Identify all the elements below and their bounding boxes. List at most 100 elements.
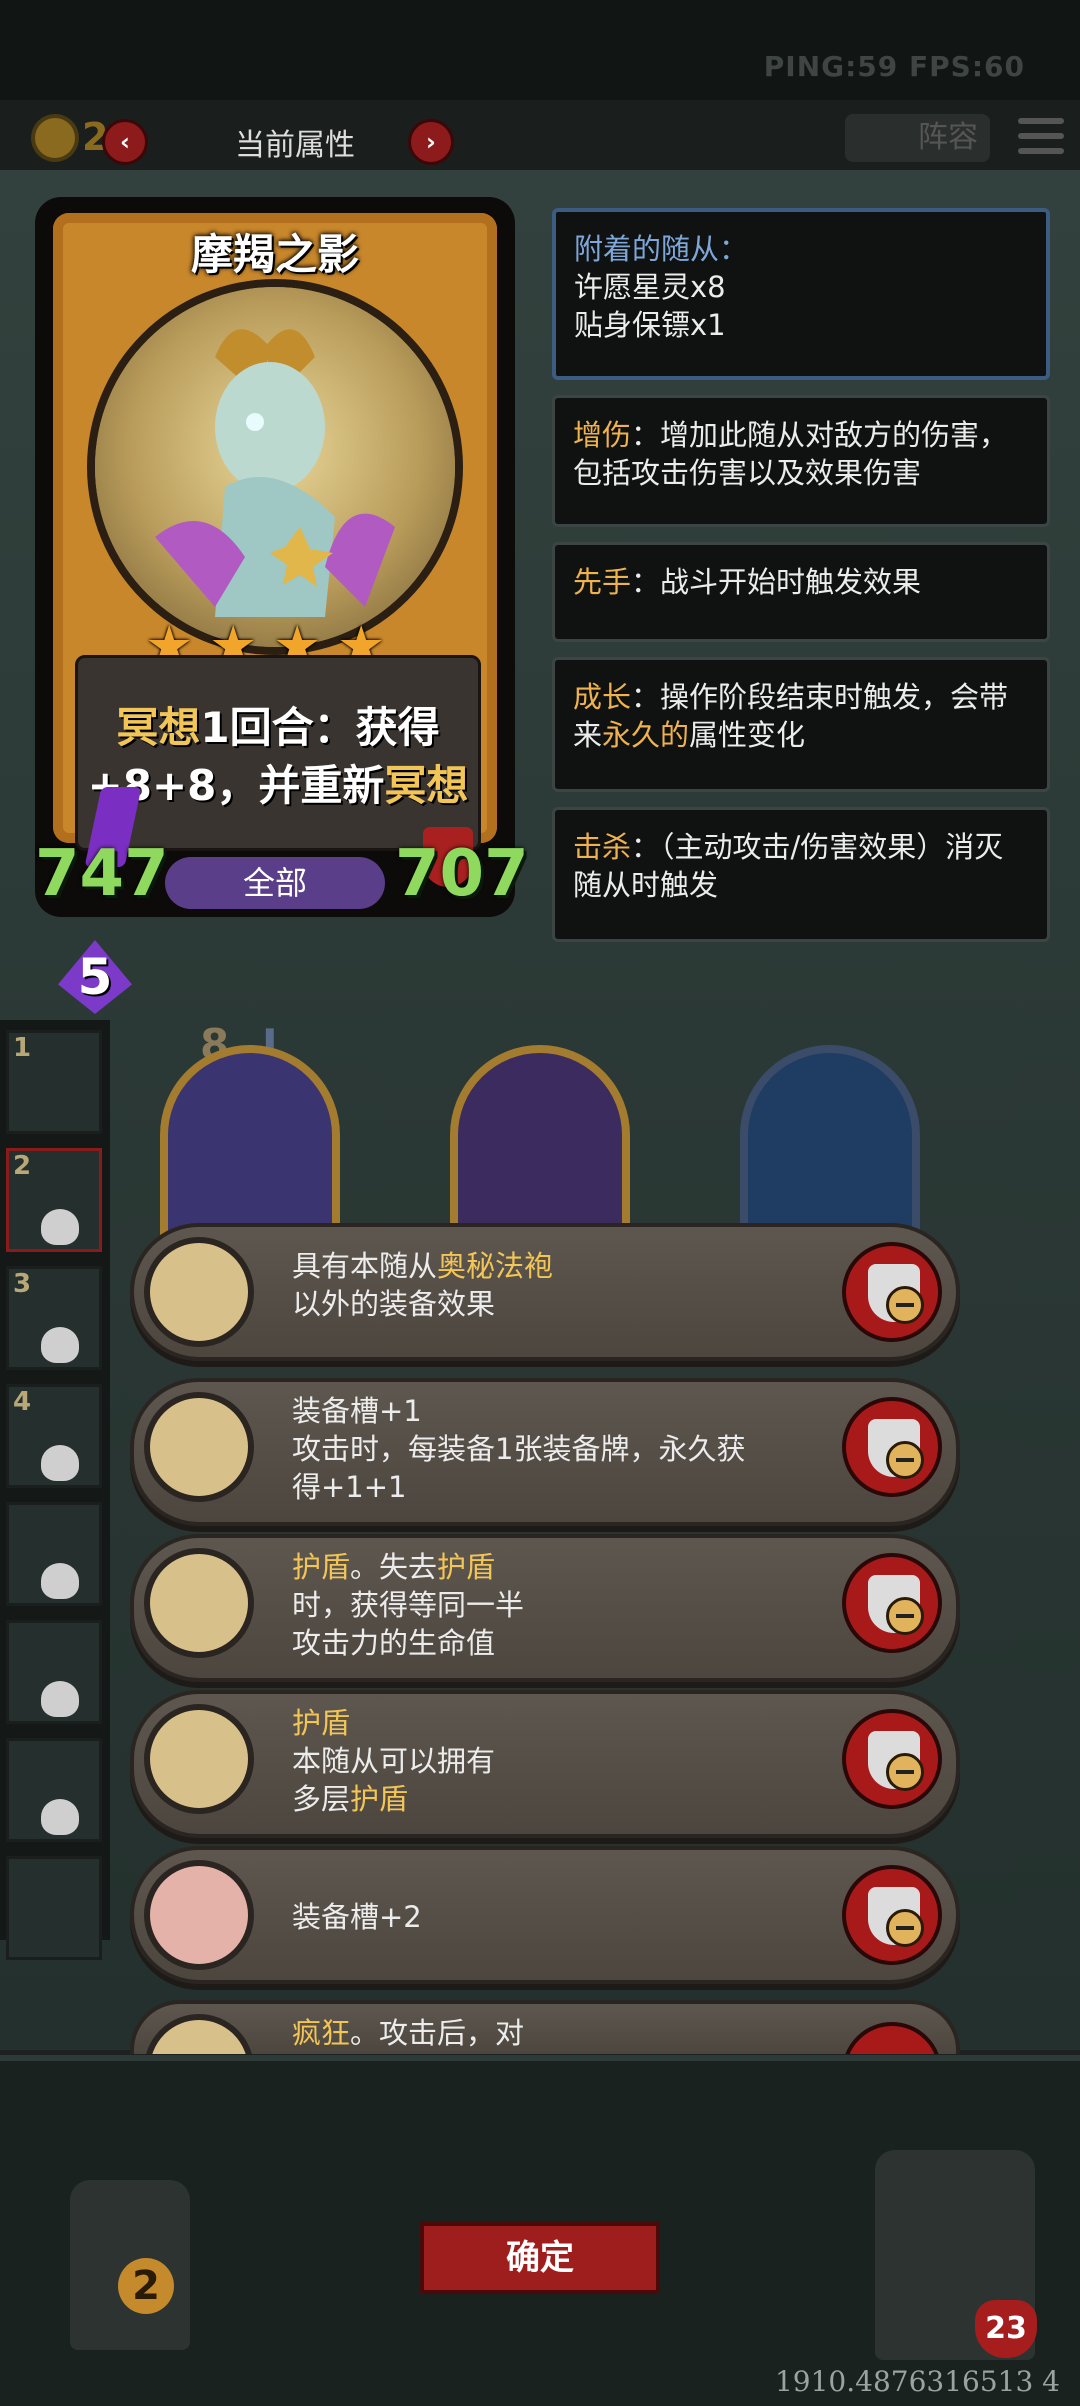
claw-icon [144,2014,254,2054]
skull-icon [41,1681,79,1717]
skull-icon [41,1209,79,1245]
lineup-slot-column: 1 2 3 4 [0,1020,110,1960]
equip-keyword: 奥秘法袍 [437,1249,554,1283]
equip-keyword: 护盾 [350,1782,409,1816]
equip-text-part: 装备槽+2 [292,1900,422,1934]
lineup-slot[interactable] [6,1856,102,1960]
equipment-row[interactable]: 具有本随从奥秘法袍 以外的装备效果 [130,1223,960,1361]
minus-icon [886,1286,924,1324]
unequip-button[interactable] [842,1709,942,1809]
attached-minions-title: 附着的随从： [574,232,749,266]
equip-keyword: 护盾 [292,1706,351,1740]
keyword-separator: ： [631,565,661,599]
attached-minions-panel: 附着的随从： 许愿星灵x8 贴身保镖x1 [552,208,1050,380]
lineup-slot[interactable] [6,1738,102,1842]
equipment-description: 疯狂。攻击后，对 [292,2014,812,2052]
keyword-desc-text: 属性变化 [689,718,806,752]
keyword-separator: ： [631,418,661,452]
unequip-button[interactable] [842,1865,942,1965]
unequip-button[interactable] [842,1242,942,1342]
equip-text-part: 具有本随从 [292,1249,438,1283]
slot-number: 2 [13,1151,32,1181]
attack-value: 747 [35,837,169,911]
equip-text-part: 装备槽+1 [292,1394,422,1428]
equip-keyword: 护盾 [292,1550,351,1584]
equipment-description: 装备槽+2 [292,1898,812,1936]
capricorn-illustration [155,329,395,617]
keyword-description: 击杀：（主动攻击/伤害效果）消灭随从时触发 [573,828,1029,904]
chevron-right-icon: › [426,128,436,156]
unequip-button[interactable] [842,2022,942,2054]
keyword-panel-kill: 击杀：（主动攻击/伤害效果）消灭随从时触发 [552,807,1050,942]
equip-keyword: 疯狂 [292,2016,351,2050]
minus-icon [886,1753,924,1791]
prev-arrow-button[interactable]: ‹ [102,119,148,165]
unequip-button[interactable] [842,1553,942,1653]
card-name: 摩羯之影 [190,230,359,279]
equipment-row[interactable]: 护盾 本随从可以拥有 多层护盾 [130,1690,960,1838]
keyword-name: 成长 [573,680,632,714]
equip-text-part: 本随从可以拥有 [292,1744,496,1778]
equip-text-part: 攻击力的生命值 [292,1626,496,1660]
keyword-panel-growth: 成长：操作阶段结束时触发，会带来永久的属性变化 [552,657,1050,792]
dragon-icon [144,1548,254,1658]
mirror-icon [144,1704,254,1814]
equipment-row[interactable]: 护盾。失去护盾 时，获得等同一半 攻击力的生命值 [130,1534,960,1682]
pig-icon [144,1860,254,1970]
equipment-row[interactable]: 装备槽+1 攻击时，每装备1张装备牌，永久获 得+1+1 [130,1378,960,1526]
equip-text-part: 。失去 [350,1550,438,1584]
tribe-pill: 全部 [165,857,385,909]
ability-line-1-rest: 1回合：获得 [200,703,440,752]
chevron-left-icon: ‹ [120,128,130,156]
horseshoe-icon [144,1392,254,1502]
skull-icon [41,1563,79,1599]
screen-title: 当前属性 [235,128,355,163]
keyword-desc-text: 战斗开始时触发效果 [660,565,922,599]
hamburger-menu-icon[interactable] [1018,118,1064,158]
keyword-separator: ： [631,830,661,864]
keyword-panel-first-strike: 先手：战斗开始时触发效果 [552,542,1050,642]
attached-minion-item: 许愿星灵x8 [574,270,726,304]
health-value: 707 [395,837,529,911]
lineup-slot[interactable] [6,1620,102,1724]
minion-card: 摩羯之影 ★ ★ ★ ★ 冥想1回合：获得 +8+8，并重新冥想 747 全部 … [35,197,529,917]
equipment-row[interactable]: 疯狂。攻击后，对 [130,2000,960,2054]
slot-number: 3 [13,1269,32,1299]
tier-level-number: 5 [77,948,113,1006]
keyword-panel-damage-boost: 增伤：增加此随从对敌方的伤害，包括攻击伤害以及效果伤害 [552,395,1050,527]
ability-text-box: 冥想1回合：获得 +8+8，并重新冥想 [75,655,481,851]
equip-text-part: 得+1+1 [292,1470,407,1504]
robe-icon [144,1237,254,1347]
skull-icon [41,1445,79,1481]
lineup-slot[interactable]: 1 [6,1030,102,1134]
equipment-row[interactable]: 装备槽+2 [130,1846,960,1984]
confirm-button[interactable]: 确定 [420,2222,660,2294]
equip-text-part: 攻击时，每装备1张装备牌，永久获 [292,1432,746,1466]
keyword-inline-highlight: 永久的 [602,718,690,752]
keyword-name: 先手 [573,565,632,599]
ping-fps-readout: PING:59 FPS:60 [763,50,1025,83]
minus-icon [886,1441,924,1479]
coin-icon [35,118,75,158]
keyword-separator: ： [631,680,661,714]
lineup-slot[interactable]: 3 [6,1266,102,1370]
keyword-description: 先手：战斗开始时触发效果 [573,563,1029,601]
lineup-slot[interactable]: 2 [6,1148,102,1252]
attached-minion-item: 贴身保镖x1 [574,308,726,342]
keyword-description: 成长：操作阶段结束时触发，会带来永久的属性变化 [573,678,1029,754]
equipment-description: 护盾。失去护盾 时，获得等同一半 攻击力的生命值 [292,1548,812,1662]
equip-text-part: 时，获得等同一半 [292,1588,525,1622]
unequip-button[interactable] [842,1397,942,1497]
lineup-slot[interactable] [6,1502,102,1606]
lineup-slot[interactable]: 4 [6,1384,102,1488]
coordinate-readout: 1910.4876316513 4 [774,2365,1060,2398]
lineup-button[interactable]: 阵容 [845,114,990,162]
keyword-description: 增伤：增加此随从对敌方的伤害，包括攻击伤害以及效果伤害 [573,416,1029,492]
slot-number: 1 [13,1033,32,1063]
lineup-label: 阵容 [918,120,978,155]
ability-line-1: 冥想1回合：获得 [78,694,478,755]
equip-text-part: 。攻击后，对 [350,2016,525,2050]
equip-text-part: 多层 [292,1782,351,1816]
next-arrow-button[interactable]: › [408,119,454,165]
ability-line-2: +8+8，并重新冥想 [78,752,478,813]
